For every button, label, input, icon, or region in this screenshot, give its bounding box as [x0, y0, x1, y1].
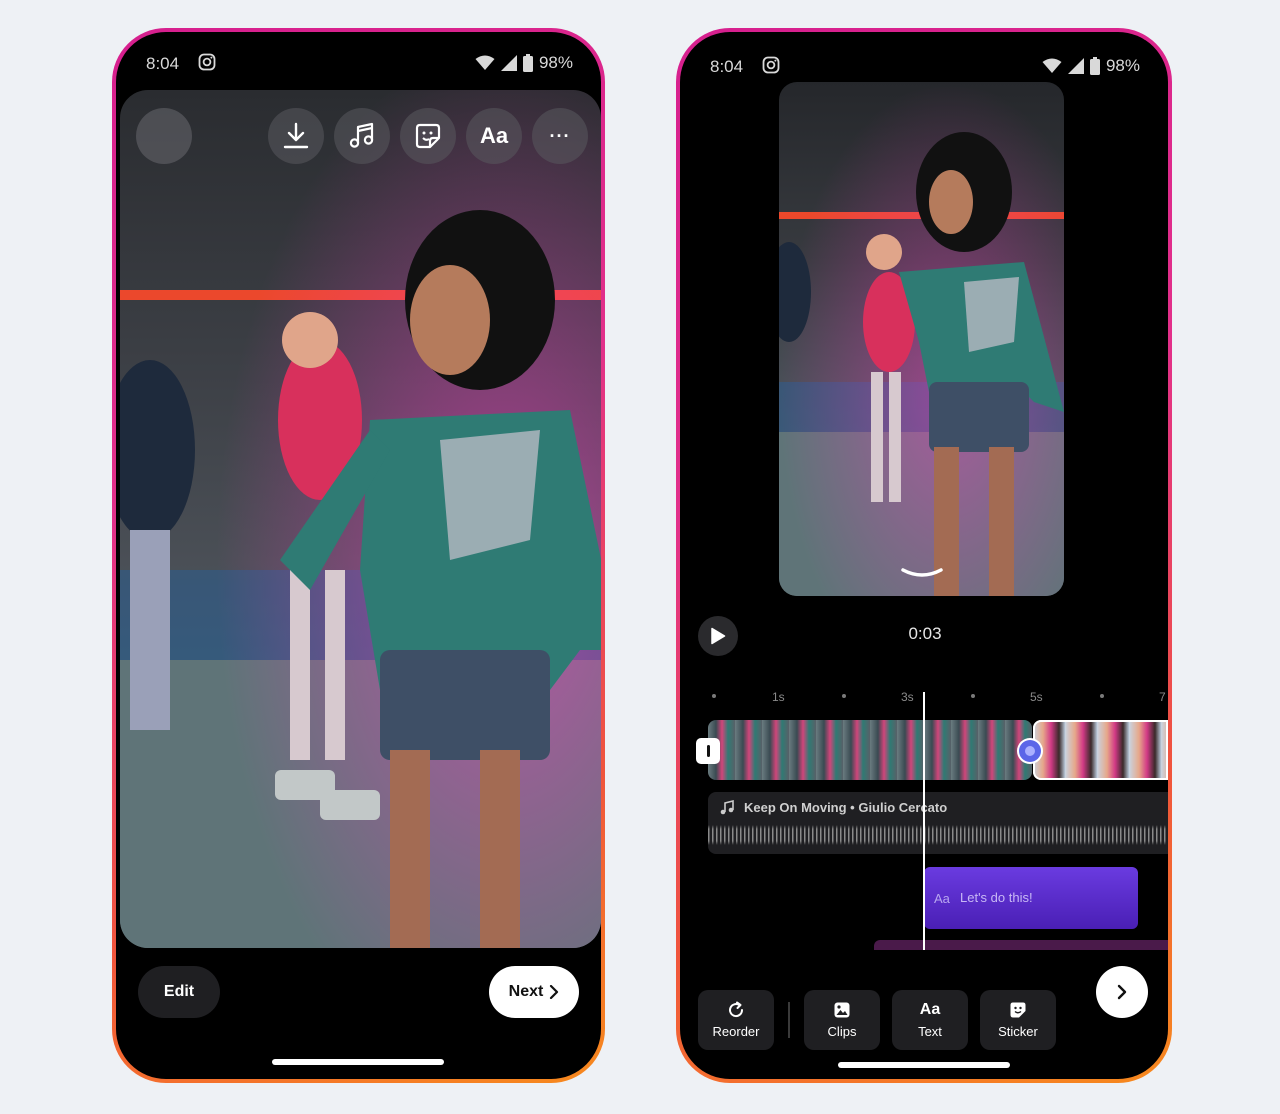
status-right: 98%	[1042, 56, 1140, 76]
trim-handle-left[interactable]	[696, 738, 720, 764]
audio-track-title: Keep On Moving • Giulio Cercato	[744, 800, 948, 815]
play-button[interactable]	[698, 616, 738, 656]
wifi-icon	[1042, 58, 1062, 73]
right-phone: 8:04 98% 0:03 1s 3s 5s 7 Keep On Moving …	[676, 28, 1172, 1083]
clips-button[interactable]: Clips	[804, 990, 880, 1050]
next-label: Next	[508, 983, 544, 1000]
play-icon	[711, 627, 726, 645]
reorder-button[interactable]: Reorder	[698, 990, 774, 1050]
status-time: 8:04	[146, 54, 180, 73]
more-button[interactable]: ···	[532, 108, 588, 164]
wifi-icon	[475, 55, 495, 70]
left-phone-screen: 8:04 98% Aa ··· Edit Next	[116, 32, 601, 1079]
profile-avatar-button[interactable]	[136, 108, 192, 164]
battery-percent: 98%	[538, 53, 573, 72]
sticker-icon	[1010, 1002, 1026, 1018]
audio-waveform	[708, 825, 1168, 845]
playhead[interactable]	[923, 692, 925, 950]
transition-button[interactable]	[1019, 740, 1041, 762]
more-icon: ···	[549, 125, 571, 146]
home-indicator[interactable]	[838, 1062, 1010, 1068]
tick-label-5s: 5s	[1030, 690, 1043, 704]
text-tool-button[interactable]: Aa Text	[892, 990, 968, 1050]
sticker-tool-label: Sticker	[998, 1024, 1038, 1039]
tick-dot	[842, 694, 846, 698]
transition-icon	[1025, 746, 1035, 756]
signal-icon	[500, 55, 517, 71]
signal-icon	[1067, 58, 1084, 74]
clips-icon	[834, 1002, 850, 1018]
text-clip-label: Let's do this!	[960, 890, 1033, 905]
text-clip[interactable]: Aa Let's do this!	[924, 867, 1138, 929]
download-button[interactable]	[268, 108, 324, 164]
battery-percent: 98%	[1105, 56, 1140, 75]
status-right: 98%	[475, 53, 573, 73]
reorder-icon	[729, 1001, 744, 1018]
chevron-right-icon	[1117, 984, 1127, 1000]
text-icon: Aa	[479, 123, 509, 148]
music-note-icon	[720, 800, 734, 815]
battery-icon	[522, 54, 533, 72]
right-phone-screen: 8:04 98% 0:03 1s 3s 5s 7 Keep On Moving …	[680, 32, 1168, 1079]
edit-button[interactable]: Edit	[138, 966, 220, 1018]
status-bar: 8:04 98%	[116, 50, 601, 78]
story-media	[120, 90, 601, 948]
next-button[interactable]: Next	[489, 966, 579, 1018]
skating-rink-video-frame	[779, 82, 1064, 596]
video-preview[interactable]	[779, 82, 1064, 596]
collapse-chevron-icon[interactable]	[900, 566, 944, 582]
instagram-icon	[198, 53, 216, 71]
next-button[interactable]	[1096, 966, 1148, 1018]
text-tool-label: Text	[918, 1024, 942, 1039]
sticker-icon	[415, 123, 441, 149]
instagram-icon	[762, 56, 780, 74]
edit-label: Edit	[163, 983, 195, 1000]
toolbar-divider	[788, 1002, 790, 1038]
tick-label-1s: 1s	[772, 690, 785, 704]
audio-track[interactable]: Keep On Moving • Giulio Cercato	[708, 792, 1168, 854]
text-clip-underline	[874, 940, 1168, 950]
music-icon	[349, 122, 374, 148]
reorder-label: Reorder	[712, 1024, 760, 1039]
second-clip-track[interactable]	[1033, 720, 1168, 780]
text-icon: Aa	[919, 1001, 941, 1018]
left-phone: 8:04 98% Aa ··· Edit Next	[112, 28, 605, 1083]
playback-time: 0:03	[908, 624, 942, 643]
chevron-right-icon	[550, 985, 559, 999]
trim-grip-icon	[706, 745, 710, 757]
home-indicator[interactable]	[272, 1059, 444, 1065]
music-button[interactable]	[334, 108, 390, 164]
text-button[interactable]: Aa	[466, 108, 522, 164]
tick-dot	[1100, 694, 1104, 698]
battery-icon	[1089, 57, 1100, 75]
download-icon	[283, 122, 309, 149]
clips-label: Clips	[827, 1024, 857, 1039]
sticker-tool-button[interactable]: Sticker	[980, 990, 1056, 1050]
status-bar: 8:04 98%	[680, 53, 1168, 81]
tick-dot	[712, 694, 716, 698]
text-clip-icon: Aa	[934, 891, 950, 906]
status-time: 8:04	[710, 57, 744, 76]
tick-label-3s: 3s	[901, 690, 914, 704]
skating-rink-photo	[120, 90, 601, 948]
sticker-button[interactable]	[400, 108, 456, 164]
tick-label-7: 7	[1159, 690, 1166, 704]
video-clip-track[interactable]	[708, 720, 1032, 780]
tick-dot	[971, 694, 975, 698]
